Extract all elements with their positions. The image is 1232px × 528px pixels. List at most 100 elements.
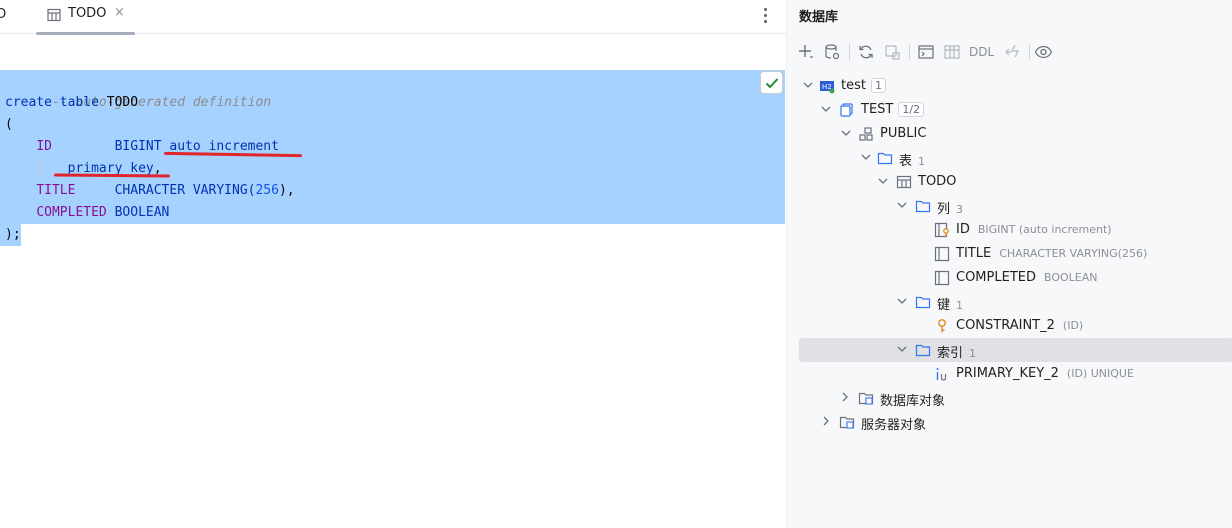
table-icon [896,175,912,189]
tree-label-indexes-folder: 索引 1 [937,342,976,361]
code-line-1: -- auto-generated definition [0,70,271,110]
tree-node-table-todo[interactable]: TODO [787,170,1232,194]
column-type: BOOLEAN [1044,271,1098,284]
database-objects-folder-icon [858,392,874,405]
view-options-icon[interactable] [1033,38,1055,66]
tables-folder-name: 表 [899,154,913,169]
tree-label-index: PRIMARY_KEY_2 (ID) UNIQUE [956,366,1134,381]
varchar-length: 256 [255,183,279,198]
tree-label-table: TODO [918,174,957,189]
ddl-button[interactable]: DDL [969,45,994,59]
column-title: TITLE [36,183,76,198]
refresh-icon[interactable] [855,38,877,66]
tree-node-columns-folder[interactable]: 列3 [787,194,1232,218]
add-icon[interactable] [795,38,817,66]
tree-label-server-objects: 服务器对象 [861,418,927,433]
keyword-create: create [5,95,52,110]
chevron-down-icon[interactable] [897,200,907,210]
tree-node-database[interactable]: TEST 1/2 [787,98,1232,122]
tree-label-column-completed: COMPLETED BOOLEAN [956,270,1098,285]
tree-label-columns-folder: 列3 [937,198,963,217]
tree-label-column-id: ID BIGINT (auto increment) [956,222,1112,237]
tree-node-column-id[interactable]: ID BIGINT (auto increment) [787,218,1232,242]
column-icon [934,270,950,286]
code-line-8: ); [0,224,21,246]
folder-icon [915,296,931,309]
code-line-7: COMPLETED BOOLEAN [0,202,169,224]
tree-label-tables-folder: 表1 [899,150,925,169]
toolbar-separator [909,44,910,60]
indexes-folder-name: 索引 [937,346,964,361]
toolbar-separator [849,44,850,60]
tree-node-server-objects[interactable]: 服务器对象 [787,410,1232,434]
chevron-right-icon[interactable] [840,392,850,402]
table-name: TODO [106,95,139,110]
tree-node-schema[interactable]: PUBLIC [787,122,1232,146]
chevron-down-icon[interactable] [861,152,871,162]
indent-guide [40,158,41,178]
table-editor-icon[interactable] [941,38,963,66]
type-boolean: BOOLEAN [114,205,170,220]
active-tab-indicator [36,32,135,35]
chevron-down-icon[interactable] [878,176,888,186]
database-toolbar: DDL [787,38,1232,66]
close-icon[interactable]: × [114,5,125,20]
chevron-right-icon[interactable] [821,416,831,426]
tree-node-column-title[interactable]: TITLE CHARACTER VARYING(256) [787,242,1232,266]
tree-node-column-completed[interactable]: COMPLETED BOOLEAN [787,266,1232,290]
type-varchar: CHARACTER VARYING( [114,183,256,198]
tree-node-tables-folder[interactable]: 表1 [787,146,1232,170]
chevron-down-icon[interactable] [897,344,907,354]
code-line-2: create table TODO [0,92,138,114]
inspection-status-button[interactable] [760,71,783,94]
tree-node-datasource[interactable]: H2 test 1 [787,74,1232,98]
schema-icon [859,127,873,141]
column-type: BIGINT (auto increment) [977,223,1112,236]
tree-node-database-objects[interactable]: 数据库对象 [787,386,1232,410]
tree-label-keys-folder: 键1 [937,294,963,313]
column-name: COMPLETED [956,270,1036,285]
tree-node-keys-folder[interactable]: 键1 [787,290,1232,314]
datasource-name: test [841,78,866,93]
code-line-3: ( [0,114,13,136]
chevron-down-icon[interactable] [841,128,851,138]
tree-node-indexes-folder[interactable]: 索引 1 [799,338,1232,362]
index-columns: (ID) UNIQUE [1066,367,1134,380]
tables-count: 1 [918,155,926,168]
console-icon[interactable] [915,38,937,66]
database-icon [840,103,853,117]
editor-tab-bar: O TODO × [0,0,786,35]
folder-icon [915,200,931,213]
diff-icon[interactable] [1001,38,1023,66]
tab-todo-label: TODO [68,6,107,21]
database-count: 1/2 [898,102,925,117]
folder-icon [915,344,931,357]
sql-editor[interactable]: O TODO × -- auto-generated definition cr… [0,0,786,528]
check-icon [765,78,779,89]
column-icon [934,246,950,262]
column-type: CHARACTER VARYING(256) [999,247,1148,260]
column-completed: COMPLETED [36,205,107,220]
tree-node-index-primary-key[interactable]: PRIMARY_KEY_2 (ID) UNIQUE [787,362,1232,386]
chevron-down-icon[interactable] [897,296,907,306]
datasource-count: 1 [870,78,886,93]
stop-icon[interactable] [881,38,903,66]
toolbar-separator [1029,44,1030,60]
tree-node-key-constraint[interactable]: CONSTRAINT_2 (ID) [787,314,1232,338]
index-name: PRIMARY_KEY_2 [956,366,1059,381]
primary-key-column-icon [934,222,949,238]
chevron-down-icon[interactable] [821,104,831,114]
columns-count: 3 [956,203,964,216]
keys-folder-name: 键 [937,298,951,313]
more-options-icon[interactable] [758,5,772,25]
chevron-down-icon[interactable] [803,80,813,90]
datasource-properties-icon[interactable] [821,38,843,66]
tree-label-schema: PUBLIC [880,126,927,141]
database-name: TEST [861,102,894,117]
tab-previous[interactable]: O [0,0,12,34]
tree-label-column-title: TITLE CHARACTER VARYING(256) [956,246,1147,261]
code-line-6: TITLE CHARACTER VARYING(256), [0,180,294,202]
key-columns: (ID) [1062,319,1084,332]
tab-todo[interactable]: TODO × [36,0,135,35]
tree-label-database-objects: 数据库对象 [880,394,946,409]
